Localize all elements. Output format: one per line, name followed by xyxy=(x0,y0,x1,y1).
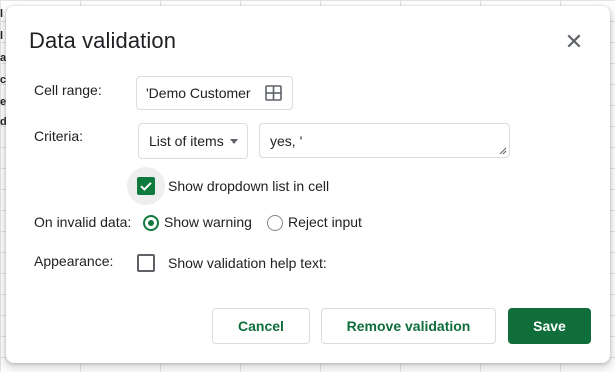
reject-input-label[interactable]: Reject input xyxy=(288,214,362,230)
save-button[interactable]: Save xyxy=(508,308,591,344)
cell-range-input[interactable]: 'Demo Customer xyxy=(136,76,293,110)
show-warning-radio[interactable] xyxy=(143,215,159,231)
sheet-cell-fragment: l xyxy=(0,30,4,42)
data-validation-dialog: Data validation ✕ Cell range: 'Demo Cust… xyxy=(6,6,610,363)
sheet-cell-fragment: l xyxy=(0,8,4,20)
criteria-label: Criteria: xyxy=(34,128,84,144)
criteria-select[interactable]: List of items xyxy=(138,123,248,159)
cell-range-label: Cell range: xyxy=(34,82,102,98)
cancel-button[interactable]: Cancel xyxy=(212,308,310,344)
remove-validation-button[interactable]: Remove validation xyxy=(321,308,496,344)
close-icon[interactable]: ✕ xyxy=(562,30,586,54)
caret-down-icon xyxy=(230,139,238,144)
help-text-label: Show validation help text: xyxy=(168,255,327,271)
reject-input-radio[interactable] xyxy=(267,215,283,231)
help-text-checkbox[interactable] xyxy=(137,254,155,272)
checkmark-icon xyxy=(140,182,152,191)
show-dropdown-checkbox[interactable] xyxy=(137,177,155,195)
grid-select-icon[interactable] xyxy=(265,85,282,101)
cell-range-value: 'Demo Customer xyxy=(146,85,251,101)
criteria-selected-value: List of items xyxy=(149,133,224,149)
resize-handle-icon[interactable] xyxy=(499,147,507,155)
dialog-title: Data validation xyxy=(29,28,177,53)
list-items-input[interactable]: yes, ' xyxy=(259,123,510,158)
show-dropdown-label: Show dropdown list in cell xyxy=(168,178,330,194)
list-items-value: yes, ' xyxy=(270,133,303,149)
show-warning-label[interactable]: Show warning xyxy=(164,214,252,230)
invalid-data-label: On invalid data: xyxy=(34,214,132,230)
appearance-label: Appearance: xyxy=(34,253,114,269)
